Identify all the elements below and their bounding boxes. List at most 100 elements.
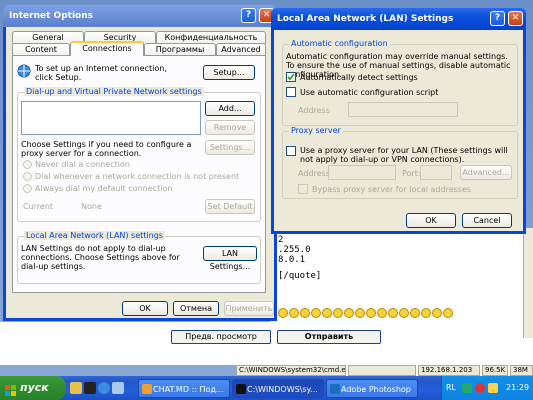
taskbar-item-label: Adobe Photoshop xyxy=(341,385,411,394)
smile-icon[interactable] xyxy=(366,308,376,318)
scrollbar[interactable] xyxy=(523,228,533,338)
use-script-checkbox[interactable] xyxy=(286,87,296,97)
current-value: None xyxy=(81,202,102,211)
tab-connections[interactable]: Connections xyxy=(70,41,144,56)
setup-button[interactable]: Setup... xyxy=(203,65,255,80)
browser-icon[interactable] xyxy=(98,382,110,394)
smile-icon[interactable] xyxy=(300,308,310,318)
ok-button[interactable]: OK xyxy=(122,301,168,316)
emoticon-row[interactable] xyxy=(278,308,528,320)
advanced-button[interactable]: Advanced... xyxy=(460,165,512,180)
connections-panel: To set up an Internet connection, click … xyxy=(12,55,266,293)
use-script-label: Use automatic configuration script xyxy=(300,88,439,97)
windows-flag-icon xyxy=(5,382,17,396)
app-icon xyxy=(142,384,152,394)
preview-button[interactable]: Предв. просмотр xyxy=(171,330,271,344)
smile-icon[interactable] xyxy=(410,308,420,318)
smile-icon[interactable] xyxy=(344,308,354,318)
use-proxy-label: Use a proxy server for your LAN (These s… xyxy=(300,146,508,164)
lan-settings-button[interactable]: LAN Settings... xyxy=(203,246,257,271)
proxy-address-field[interactable] xyxy=(328,165,396,180)
network-icon[interactable] xyxy=(462,383,472,393)
taskbar-item-chat[interactable]: CHAT.MD :: Под... xyxy=(138,379,230,398)
help-button[interactable]: ? xyxy=(490,11,505,26)
message-line: 2 xyxy=(278,235,284,245)
internet-options-window: Internet Options ? ✕ General Security Ко… xyxy=(3,5,277,321)
status-blank xyxy=(348,365,416,376)
message-line: 8.0.1 xyxy=(278,255,306,265)
proxy-group-label: Proxy server xyxy=(289,126,343,135)
tray-app-icon[interactable] xyxy=(475,383,485,393)
folder-icon[interactable] xyxy=(70,382,82,394)
lan-text: LAN Settings do not apply to dial-up con… xyxy=(21,244,180,271)
script-address-field[interactable] xyxy=(348,102,458,117)
apply-button[interactable]: Применить xyxy=(224,301,274,316)
globe-icon xyxy=(17,64,31,78)
photoshop-icon xyxy=(330,384,340,394)
smile-icon[interactable] xyxy=(289,308,299,318)
proxy-port-field[interactable] xyxy=(420,165,452,180)
auto-detect-checkbox[interactable] xyxy=(286,72,296,82)
start-button[interactable]: пуск xyxy=(0,376,66,400)
desktop-icon[interactable] xyxy=(112,382,124,394)
cancel-button[interactable]: Cancel xyxy=(462,213,512,228)
lan-settings-dialog: Local Area Network (LAN) Settings ? ✕ Au… xyxy=(271,8,526,234)
start-label: пуск xyxy=(20,381,49,394)
use-proxy-checkbox[interactable] xyxy=(286,146,296,156)
radio-whenever-label: Dial whenever a network connection is no… xyxy=(35,172,240,181)
bypass-checkbox[interactable] xyxy=(298,184,308,194)
smile-icon[interactable] xyxy=(311,308,321,318)
add-button[interactable]: Add... xyxy=(205,101,255,116)
smile-icon[interactable] xyxy=(399,308,409,318)
smile-icon[interactable] xyxy=(388,308,398,318)
status-memory: 38M xyxy=(510,365,533,376)
language-indicator[interactable]: RL xyxy=(446,376,456,400)
smile-icon[interactable] xyxy=(333,308,343,318)
address-label: Address xyxy=(298,106,330,115)
cmd-icon[interactable] xyxy=(84,382,96,394)
radio-always-label: Always dial my default connection xyxy=(35,184,173,193)
help-button[interactable]: ? xyxy=(241,8,256,23)
smile-icon[interactable] xyxy=(443,308,453,318)
lan-dialog-titlebar[interactable]: Local Area Network (LAN) Settings ? ✕ xyxy=(271,8,526,30)
auto-detect-label: Automatically detect settings xyxy=(300,73,418,82)
system-tray: RL 21:29 xyxy=(441,376,533,400)
status-speed: 96.5K xyxy=(482,365,508,376)
settings-text: Choose Settings if you need to configure… xyxy=(21,140,192,158)
message-line: .255.0 xyxy=(278,245,311,255)
connections-list[interactable] xyxy=(21,101,201,135)
smile-icon[interactable] xyxy=(322,308,332,318)
settings-button[interactable]: Settings... xyxy=(205,140,255,155)
window-title: Internet Options xyxy=(9,11,93,21)
quick-launch xyxy=(70,381,130,395)
message-line: [/quote] xyxy=(278,271,322,281)
lan-group-label: Local Area Network (LAN) settings xyxy=(24,231,165,240)
ok-button[interactable]: OK xyxy=(406,213,456,228)
internet-options-titlebar[interactable]: Internet Options ? ✕ xyxy=(3,5,277,27)
smile-icon[interactable] xyxy=(278,308,288,318)
taskbar-item-cmd[interactable]: C:\WINDOWS\sy... xyxy=(232,379,324,398)
radio-always-dial[interactable] xyxy=(23,184,32,193)
bypass-label: Bypass proxy server for local addresses xyxy=(312,185,472,194)
close-button[interactable]: ✕ xyxy=(508,11,523,26)
taskbar-item-label: CHAT.MD :: Под... xyxy=(153,385,224,394)
status-path: C:\WINDOWS\system32\cmd.exe xyxy=(236,365,346,376)
smile-icon[interactable] xyxy=(377,308,387,318)
smile-icon[interactable] xyxy=(355,308,365,318)
taskbar-item-photoshop[interactable]: Adobe Photoshop xyxy=(326,379,418,398)
taskbar-item-label: C:\WINDOWS\sy... xyxy=(247,385,318,394)
message-area[interactable]: 2 .255.0 8.0.1 [/quote] xyxy=(270,228,533,376)
current-label: Current xyxy=(23,202,54,211)
send-button[interactable]: Отправить xyxy=(277,330,381,344)
radio-never-dial[interactable] xyxy=(23,160,32,169)
dialup-group-label: Dial-up and Virtual Private Network sett… xyxy=(24,87,204,96)
set-default-button[interactable]: Set Default xyxy=(205,199,255,214)
volume-icon[interactable] xyxy=(488,383,498,393)
cancel-button[interactable]: Отмена xyxy=(173,301,219,316)
remove-button[interactable]: Remove xyxy=(205,120,255,135)
cmd-icon xyxy=(236,384,246,394)
radio-dial-whenever[interactable] xyxy=(23,172,32,181)
smile-icon[interactable] xyxy=(421,308,431,318)
port-label: Port: xyxy=(402,169,421,178)
smile-icon[interactable] xyxy=(432,308,442,318)
